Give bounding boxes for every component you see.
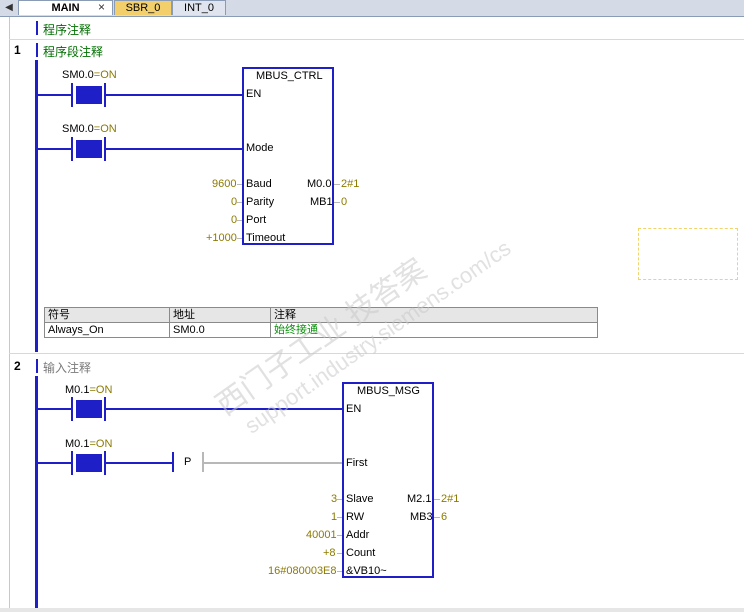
cell-symbol: Always_On [44,322,170,338]
contact-bar [71,397,73,421]
pin-done: M2.1 [407,493,432,505]
stub [337,553,342,554]
pin-dataptr: &VB10~ [346,565,387,577]
power-rail [35,60,38,352]
done-value: 2#1 [341,178,360,190]
tab-int0-label: INT_0 [184,2,214,14]
dataptr-value[interactable]: 16#080003E8 [268,565,337,577]
stub [334,184,340,185]
error-value: 6 [441,511,448,523]
contact-1-label: SM0.0=ON [62,69,117,81]
stub [337,535,342,536]
pin-first: First [346,457,368,469]
timeout-value[interactable]: +1000 [206,232,237,244]
network-2-comment[interactable]: 输入注释 [43,359,91,376]
contact-bar [71,451,73,475]
p-contact-label[interactable]: P [184,456,191,468]
network-2-number: 2 [14,359,21,373]
wire [106,148,243,150]
program-comment[interactable]: 程序注释 [43,21,91,38]
tab-sbr0[interactable]: SBR_0 [114,0,172,15]
contact-3-label: M0.1=ON [65,384,113,396]
contact-sm00-2[interactable] [76,140,102,158]
stub [237,184,242,185]
contact-m01-1[interactable] [76,400,102,418]
stub [337,499,342,500]
comment-marker [36,43,38,57]
p-contact-left-bar [172,452,174,472]
wire [106,462,172,464]
tab-main-label: MAIN [51,2,80,14]
stub [334,202,340,203]
contact-bar [71,83,73,107]
pin-parity: Parity [246,196,275,208]
mbus-ctrl-title: MBUS_CTRL [256,70,323,82]
pin-error: MB1 [310,196,333,208]
contact-4-label: M0.1=ON [65,438,113,450]
addr-value[interactable]: 40001 [306,529,337,541]
stub [434,517,440,518]
stub [337,517,342,518]
contact-bar [71,137,73,161]
pin-addr: Addr [346,529,370,541]
pin-done: M0.0 [307,178,332,190]
contact-2-label: SM0.0=ON [62,123,117,135]
error-value: 0 [341,196,348,208]
pin-en: EN [246,88,262,100]
count-value[interactable]: +8 [323,547,336,559]
stub [237,238,242,239]
stub [237,202,242,203]
comment-marker [36,21,38,35]
pin-baud: Baud [246,178,272,190]
pin-port: Port [246,214,267,226]
bottom-border [0,608,744,612]
wire [106,94,243,96]
contact-sm00-1[interactable] [76,86,102,104]
wire [38,408,71,410]
left-gutter [0,17,10,612]
network-1-comment[interactable]: 程序段注释 [43,43,103,60]
tab-int0[interactable]: INT_0 [172,0,226,15]
wire [38,462,71,464]
pin-rw: RW [346,511,365,523]
baud-value[interactable]: 9600 [212,178,236,190]
done-value: 2#1 [441,493,460,505]
wire [38,94,71,96]
empty-cell-box[interactable] [638,228,738,280]
pin-timeout: Timeout [246,232,286,244]
close-icon[interactable]: × [98,0,105,15]
header-address: 地址 [169,307,271,323]
pin-mode: Mode [246,142,274,154]
stub [337,571,342,572]
network-1-number: 1 [14,43,21,57]
pin-error: MB3 [410,511,433,523]
header-symbol: 符号 [44,307,170,323]
wire [204,462,343,464]
mbus-msg-title: MBUS_MSG [357,385,420,397]
stub [434,499,440,500]
tab-sbr0-label: SBR_0 [125,2,161,14]
stub [237,220,242,221]
separator [9,39,744,40]
power-rail [35,376,38,608]
pin-count: Count [346,547,376,559]
comment-marker [36,359,38,373]
cell-address: SM0.0 [169,322,271,338]
pin-slave: Slave [346,493,374,505]
tab-scroll-left-icon[interactable]: ◀ [2,1,16,15]
wire [38,148,71,150]
contact-m01-2[interactable] [76,454,102,472]
pin-en: EN [346,403,362,415]
